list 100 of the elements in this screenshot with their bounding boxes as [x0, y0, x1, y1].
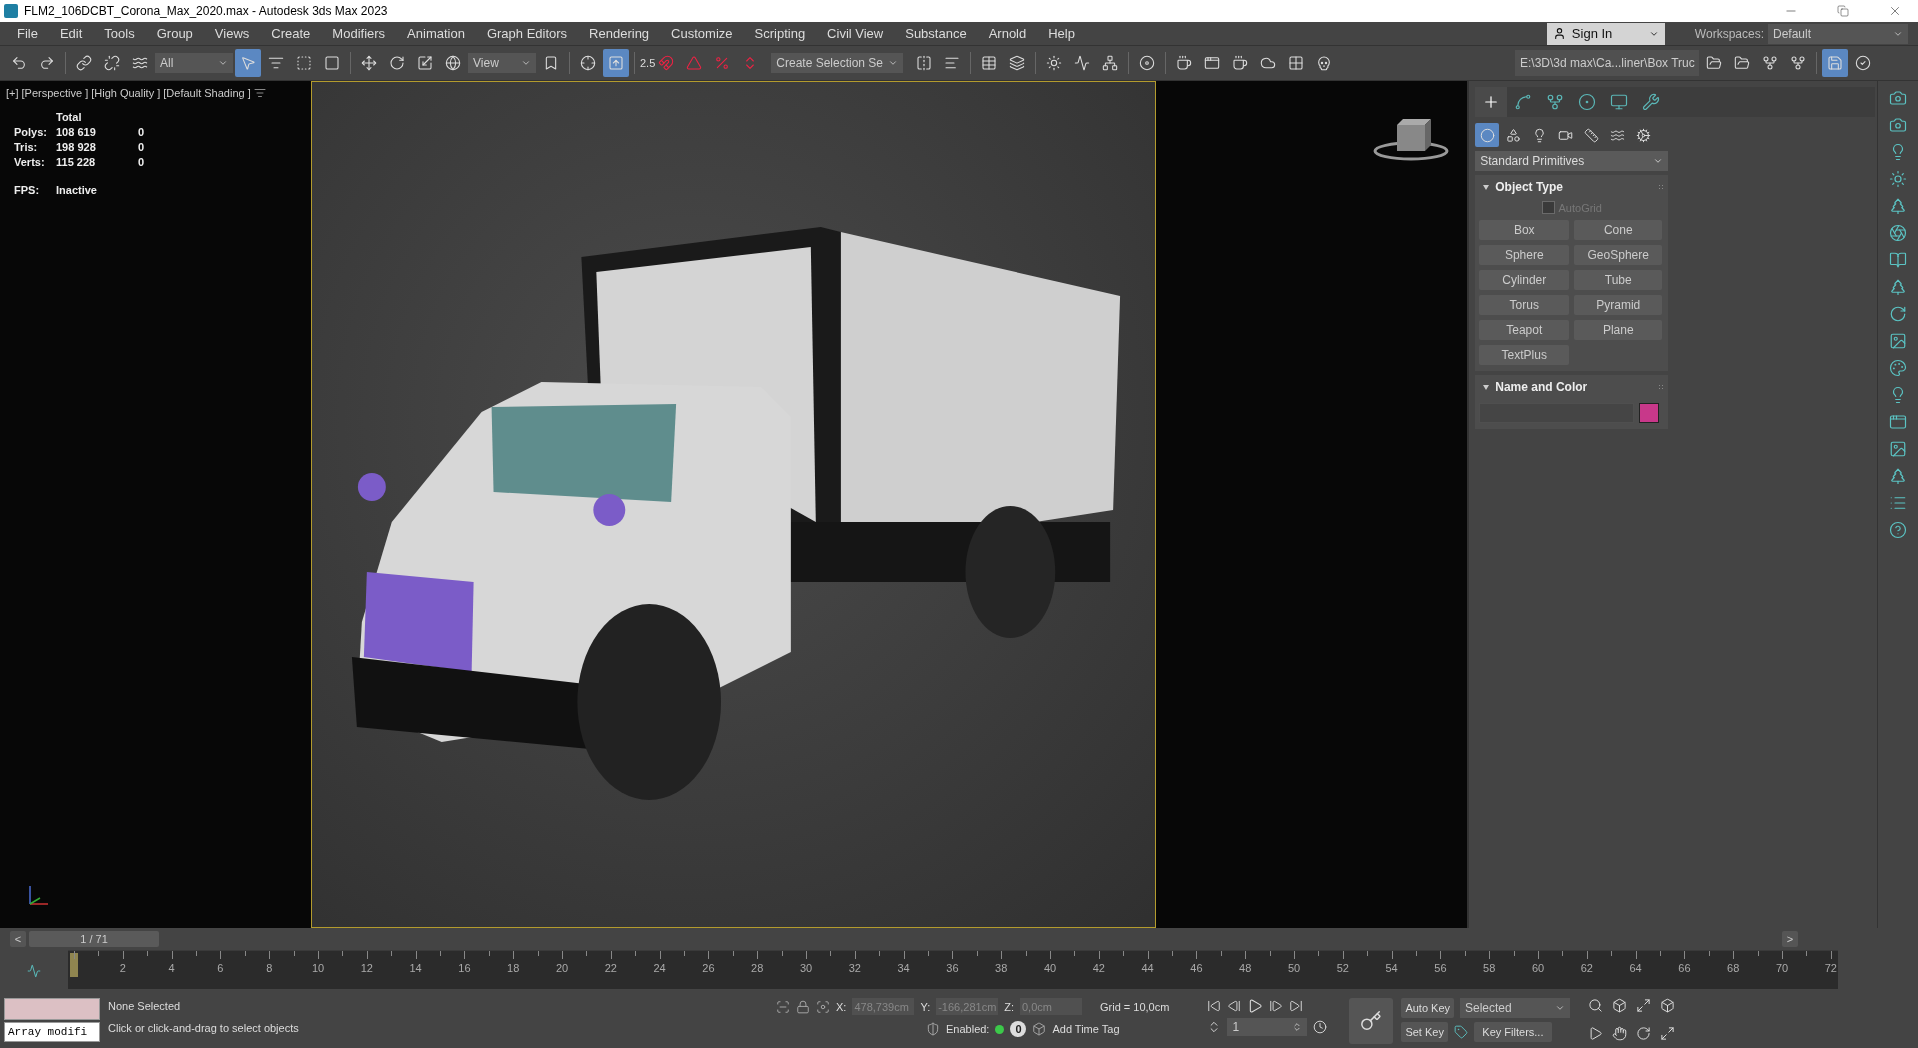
palette-icon [1889, 359, 1907, 377]
category-dropdown[interactable]: Standard Primitives [1475, 151, 1669, 171]
stats-value: 0 [138, 156, 146, 168]
caret-icon [888, 58, 899, 68]
set-key-button[interactable] [1349, 998, 1394, 1044]
autogrid-checkbox[interactable] [1541, 201, 1555, 214]
sphere-icon [1479, 127, 1495, 143]
menu-item[interactable]: Modifiers [321, 26, 397, 41]
primitive-button[interactable]: Cone [1574, 220, 1663, 240]
selection-filter-dropdown[interactable]: All [155, 53, 233, 73]
frame-number: 54 [1385, 962, 1398, 974]
align-icon [944, 55, 961, 71]
bookmark-icon [543, 55, 559, 71]
workspace-dropdown[interactable]: Default [1768, 23, 1908, 44]
filter-icon[interactable] [253, 87, 266, 99]
primitive-button[interactable]: Box [1479, 220, 1570, 240]
color-swatch[interactable] [1639, 403, 1660, 423]
category-button[interactable] [1475, 123, 1500, 147]
command-panel-tab[interactable] [1475, 87, 1508, 117]
frame-number: 12 [360, 962, 373, 974]
save-icon [1827, 55, 1843, 71]
frame-number: 70 [1775, 962, 1789, 974]
primitive-button[interactable]: Pyramid [1574, 295, 1663, 315]
menu-item[interactable]: Substance [894, 26, 978, 41]
key-mode-dropdown[interactable]: Selected [1460, 998, 1570, 1018]
primitive-button[interactable]: Teapot [1479, 320, 1570, 340]
menu-item[interactable]: Tools [93, 26, 146, 41]
add-time-tag-label[interactable]: Add Time Tag [1052, 1023, 1120, 1035]
primitive-button[interactable]: Plane [1574, 320, 1663, 340]
stats-header: Total [56, 111, 83, 123]
menu-item[interactable]: Animation [396, 26, 476, 41]
menu-item[interactable]: File [6, 26, 49, 41]
primitive-button[interactable]: Sphere [1479, 245, 1570, 265]
skip-forward-icon [1289, 999, 1304, 1013]
viewport-label[interactable]: [High Quality ] [91, 87, 161, 99]
viewport-label[interactable]: [Perspective ] [21, 87, 89, 99]
frame-number: 64 [1629, 962, 1642, 974]
primitive-button[interactable]: GeoSphere [1574, 245, 1663, 265]
key-filters-button[interactable]: Key Filters... [1473, 1022, 1552, 1042]
undo-icon [11, 55, 27, 71]
frame-number: 20 [555, 962, 569, 974]
menu-item[interactable]: Customize [660, 26, 744, 41]
frame-number: 4 [168, 962, 175, 974]
next-frame-button[interactable]: > [1782, 931, 1798, 947]
menu-item[interactable]: Edit [48, 26, 94, 41]
frame-number: 10 [311, 962, 325, 974]
viewcube-icon[interactable] [1373, 117, 1450, 161]
track-bar[interactable]: 2 4 6 8 10 12 14 16 18 20 22 24 26 28 30 32 34 36 38 40 42 44 46 48 50 52 54 56 58 60 62 64 66 68 70 72 [68, 950, 1838, 989]
frame-number: 66 [1678, 962, 1691, 974]
skull-icon [1316, 55, 1333, 71]
menu-item[interactable]: Scripting [743, 26, 817, 41]
time-slider-thumb[interactable]: 1 / 71 [29, 931, 159, 947]
viewport-label[interactable]: [+] [6, 87, 19, 99]
menu-item[interactable]: Arnold [977, 26, 1038, 41]
check-circle-icon [1855, 55, 1871, 71]
primitive-button[interactable]: Cylinder [1479, 270, 1570, 290]
close-icon [1888, 4, 1902, 18]
stats-value: 0 [138, 141, 146, 153]
menu-item[interactable]: Civil View [816, 26, 895, 41]
hierarchy-icon [1546, 93, 1565, 111]
sign-in-button[interactable]: Sign In [1546, 22, 1665, 45]
hierarchy-icon [1762, 55, 1778, 71]
primitive-button[interactable]: TextPlus [1479, 345, 1570, 365]
zoom-icon [1588, 998, 1603, 1013]
enabled-label: Enabled: [946, 1023, 990, 1035]
time-thumb[interactable] [70, 953, 78, 977]
primitive-button[interactable]: Tube [1574, 270, 1663, 290]
selection-set-dropdown[interactable]: Create Selection Se [771, 53, 904, 73]
cloud-icon [1260, 55, 1277, 71]
previous-frame-button[interactable]: < [10, 931, 26, 947]
set-key-text-button[interactable]: Set Key [1401, 1022, 1448, 1042]
current-frame-field[interactable]: 1 [1227, 1018, 1308, 1036]
curve-icon [1514, 93, 1533, 111]
menu-item[interactable]: Create [260, 26, 322, 41]
menu-item[interactable]: Graph Editors [475, 26, 579, 41]
listener-input[interactable]: Array modifi [4, 1022, 100, 1042]
collapse-arrow-icon[interactable] [1483, 184, 1490, 190]
rotate-icon [389, 55, 405, 71]
pointer-icon [240, 55, 256, 71]
sun-icon [1889, 170, 1907, 188]
percent-icon [714, 55, 731, 71]
viewport-label[interactable]: [Default Shading ] [163, 87, 251, 99]
project-path-dropdown[interactable]: E:\3D\3d max\Ca...liner\Box Truc [1515, 50, 1699, 76]
menu-item[interactable]: Help [1037, 26, 1086, 41]
viewport[interactable]: [+] [Perspective ] [High Quality ] [Default Shading ] Total Polys: 108 619 0 Tris: 198 928 0 Verts: 115 228 0 FPS: Inactive [0, 81, 1468, 928]
folder-icon [1706, 55, 1722, 71]
frame-number: 42 [1092, 962, 1105, 974]
rollout-title: Object Type [1495, 180, 1565, 194]
primitive-button[interactable]: Torus [1479, 295, 1570, 315]
menu-item[interactable]: Rendering [578, 26, 661, 41]
frame-number: 44 [1141, 962, 1154, 974]
collapse-arrow-icon[interactable] [1483, 384, 1490, 390]
reference-coordinate-dropdown[interactable]: View [468, 53, 536, 73]
snap-value: 2.5 [640, 57, 656, 69]
auto-key-button[interactable]: Auto Key [1401, 998, 1454, 1018]
menu-item[interactable]: Group [145, 26, 204, 41]
frame-number: 60 [1531, 962, 1545, 974]
menu-item[interactable]: Views [203, 26, 261, 41]
workspaces-label: Workspaces: [1694, 26, 1764, 41]
step-forward-icon [1269, 999, 1284, 1013]
